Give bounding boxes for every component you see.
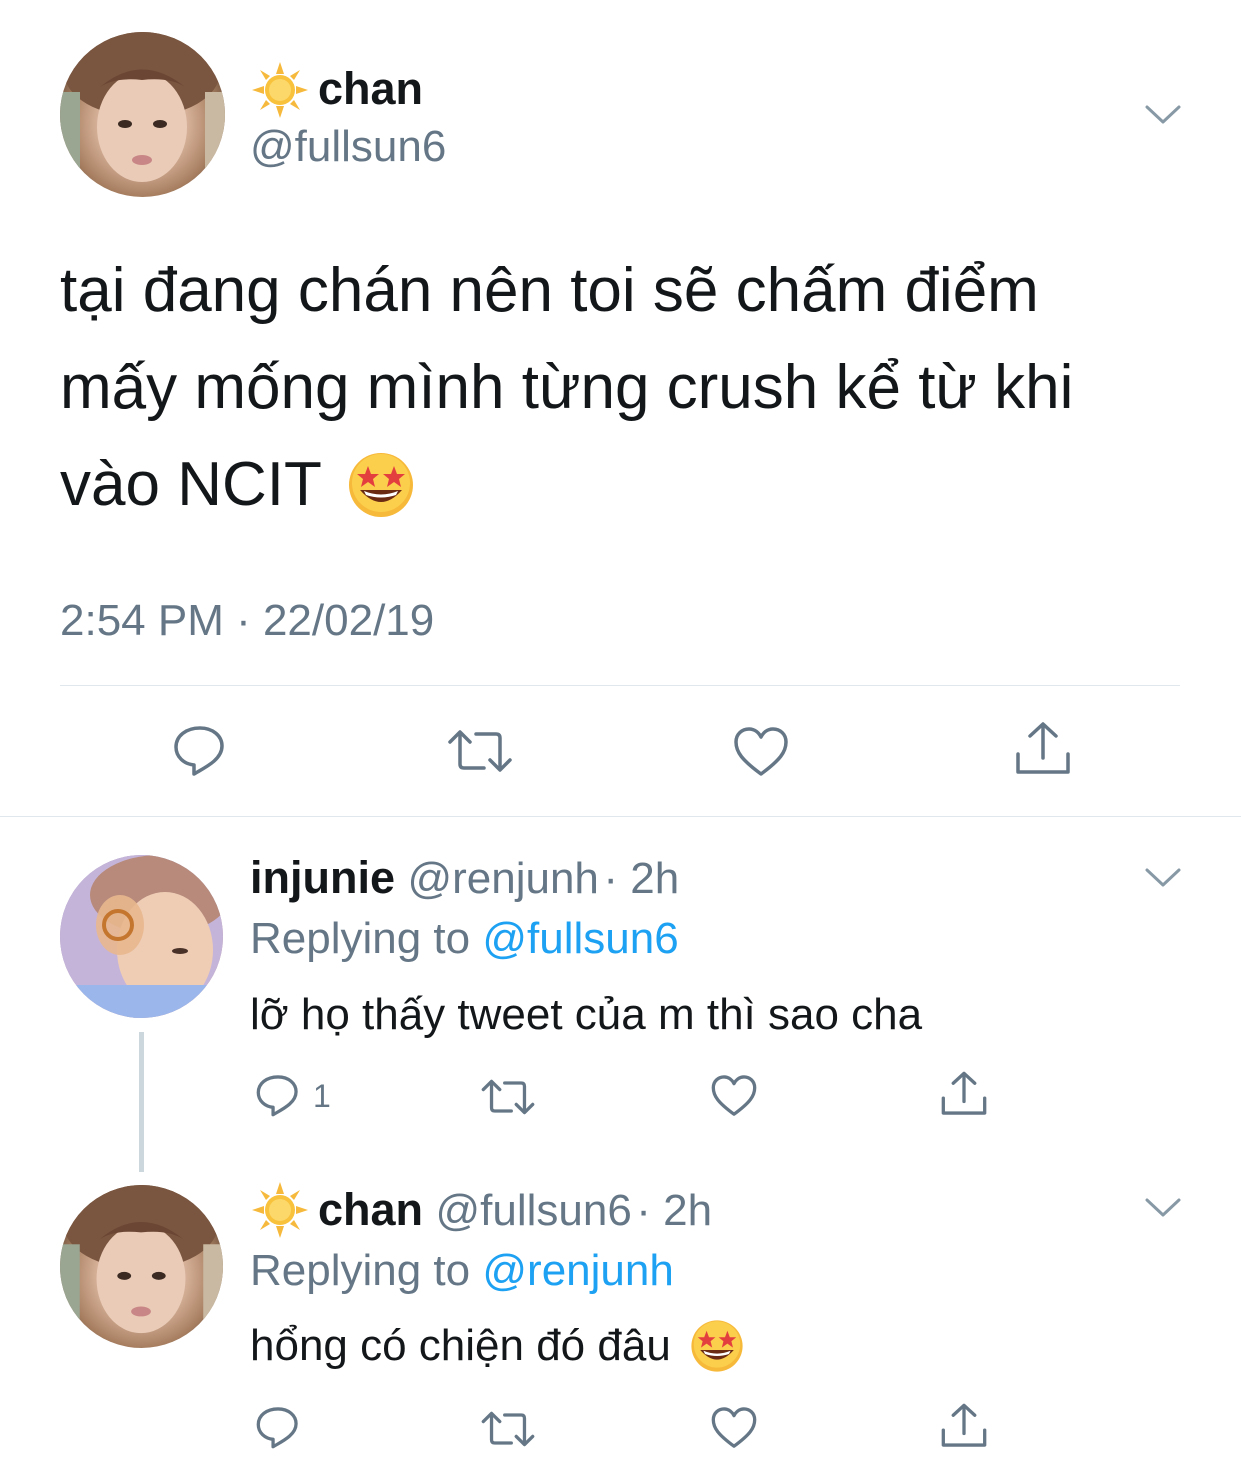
like-heart-icon[interactable] bbox=[710, 1074, 758, 1118]
like-heart-icon[interactable] bbox=[710, 1406, 758, 1450]
reply-header: chan @fullsun6 · 2h bbox=[318, 1184, 712, 1236]
reply-chevron-down-icon[interactable] bbox=[1144, 866, 1182, 890]
replying-to-mention[interactable]: @fullsun6 bbox=[482, 914, 678, 963]
main-tweet-text: tại đang chán nên toi sẽ chấm điểm mấy m… bbox=[60, 242, 1200, 533]
reply-text: hổng có chiện đó đâu bbox=[250, 1321, 671, 1370]
reply-avatar[interactable] bbox=[60, 1185, 223, 1348]
star-struck-emoji-icon bbox=[691, 1320, 743, 1372]
replying-to-line: Replying to @fullsun6 bbox=[250, 914, 679, 964]
replying-to-mention[interactable]: @renjunh bbox=[482, 1246, 673, 1295]
main-tweet-divider bbox=[60, 685, 1180, 686]
reply-handle[interactable]: @fullsun6 bbox=[435, 1186, 631, 1235]
reply-handle[interactable]: @renjunh bbox=[407, 854, 598, 903]
retweet-icon[interactable] bbox=[480, 1076, 536, 1118]
sun-emoji-icon bbox=[252, 1182, 308, 1238]
reply-icon[interactable] bbox=[255, 1404, 301, 1450]
like-heart-icon[interactable] bbox=[732, 726, 790, 778]
reply-count: 1 bbox=[313, 1078, 331, 1114]
share-icon[interactable] bbox=[1014, 720, 1072, 778]
reply-header: injunie @renjunh · 2h bbox=[250, 852, 679, 904]
replying-to-line: Replying to @renjunh bbox=[250, 1246, 674, 1296]
reply-chevron-down-icon[interactable] bbox=[1144, 1196, 1182, 1220]
retweet-icon[interactable] bbox=[480, 1408, 536, 1450]
tweet-text-line-with-emoji: vào NCIT bbox=[60, 436, 1200, 533]
main-tweet-handle[interactable]: @fullsun6 bbox=[250, 122, 446, 172]
share-icon[interactable] bbox=[940, 1070, 988, 1118]
replying-to-label: Replying to bbox=[250, 1246, 471, 1295]
thread-connector-line bbox=[139, 1032, 144, 1172]
reply-time[interactable]: · 2h bbox=[603, 854, 679, 903]
reply-text: lỡ họ thấy tweet của m thì sao cha bbox=[250, 990, 923, 1039]
tweet-text-line: tại đang chán nên toi sẽ chấm điểm bbox=[60, 256, 1039, 325]
reply-avatar[interactable] bbox=[60, 855, 223, 1018]
tweet-text-line: mấy mống mình từng crush kể từ khi bbox=[60, 353, 1074, 422]
reply-display-name[interactable]: chan bbox=[318, 1184, 423, 1235]
reply-display-name[interactable]: injunie bbox=[250, 852, 395, 903]
avatar-photo bbox=[60, 1185, 223, 1348]
reply-icon[interactable] bbox=[255, 1072, 301, 1118]
star-struck-emoji-icon bbox=[348, 452, 413, 517]
section-divider bbox=[0, 816, 1241, 817]
replying-to-label: Replying to bbox=[250, 914, 471, 963]
avatar-photo bbox=[60, 32, 225, 197]
main-tweet-chevron-down-icon[interactable] bbox=[1144, 103, 1182, 127]
main-tweet-timestamp[interactable]: 2:54 PM · 22/02/19 bbox=[60, 596, 434, 646]
main-tweet-display-name[interactable]: chan bbox=[318, 63, 423, 115]
reply-icon[interactable] bbox=[172, 722, 228, 778]
retweet-icon[interactable] bbox=[446, 726, 514, 776]
share-icon[interactable] bbox=[940, 1402, 988, 1450]
sun-emoji-icon bbox=[252, 62, 308, 118]
reply-text-row: hổng có chiện đó đâu bbox=[250, 1318, 745, 1374]
main-tweet-avatar[interactable] bbox=[60, 32, 225, 197]
reply-time[interactable]: · 2h bbox=[636, 1186, 712, 1235]
avatar-photo bbox=[60, 855, 223, 1018]
